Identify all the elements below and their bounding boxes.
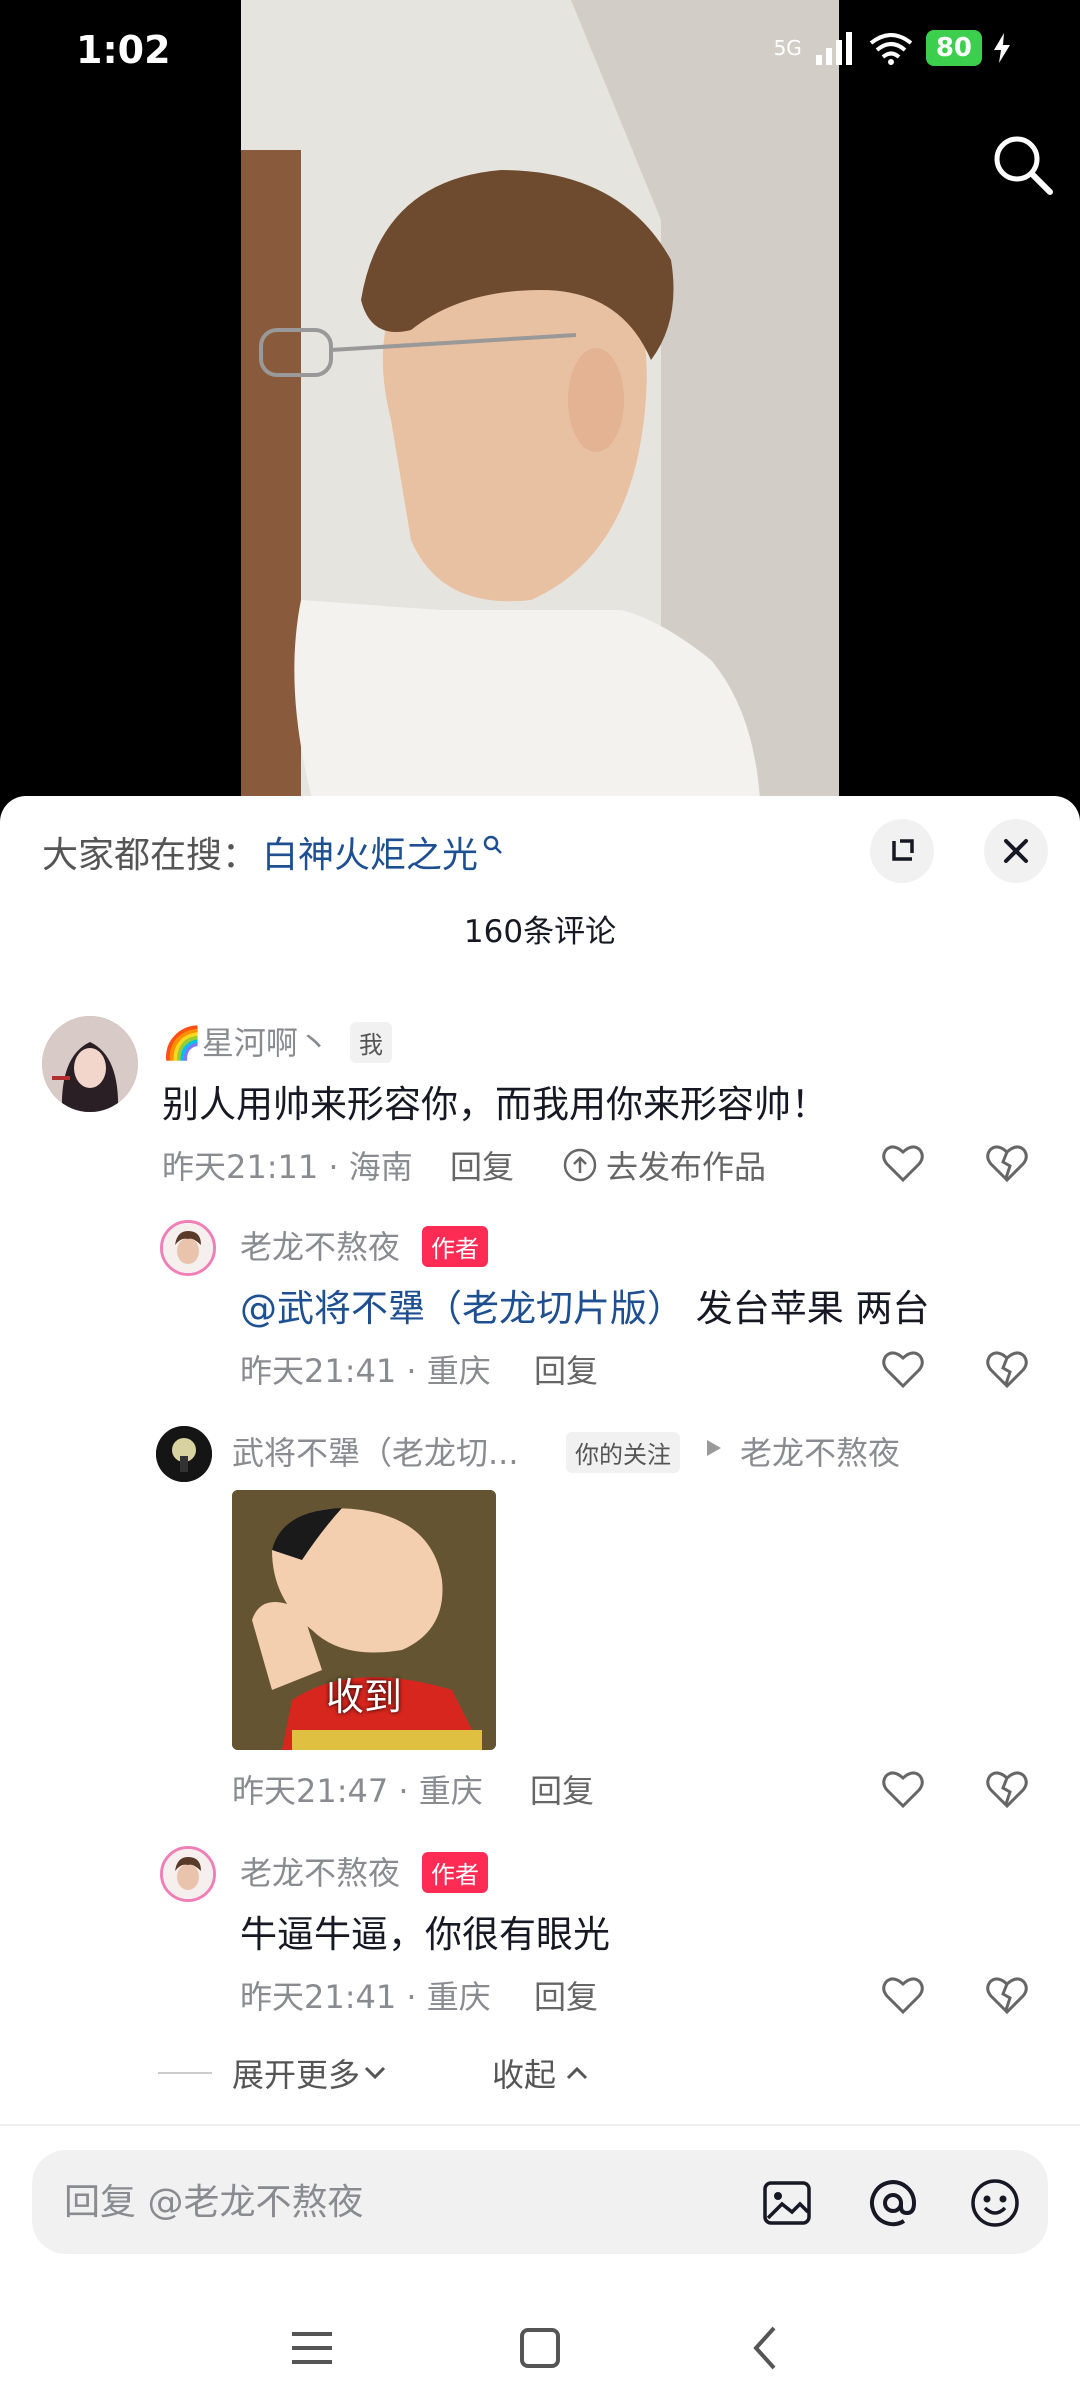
charging-icon xyxy=(994,33,1010,63)
reply-button[interactable]: 回复 xyxy=(450,1142,514,1188)
signal-icon xyxy=(815,32,852,65)
chevron-down-icon xyxy=(364,2066,386,2080)
following-badge: 你的关注 xyxy=(566,1432,680,1473)
reply-user-name[interactable]: 武将不犟（老龙切... xyxy=(232,1428,519,1474)
comment-sheet: 大家都在搜： 白神火炬之光 160条评论 🌈星河啊丶 我 别人用帅来形容你，而我… xyxy=(0,796,1080,2400)
network-label: 5G xyxy=(773,36,802,60)
heart-icon[interactable] xyxy=(880,1346,926,1392)
avatar[interactable] xyxy=(42,1016,138,1112)
reply-text: 牛逼牛逼，你很有眼光 xyxy=(240,1913,610,1956)
hot-search[interactable]: 大家都在搜： 白神火炬之光 xyxy=(42,826,504,878)
reply-button[interactable]: 回复 xyxy=(534,1972,598,2018)
reply-meta: 昨天21:47 · 重庆 xyxy=(232,1772,483,1810)
reply-to-user-name[interactable]: 老龙不熬夜 xyxy=(740,1428,900,1474)
close-icon xyxy=(1004,839,1028,863)
status-icons: 5G 80 xyxy=(774,30,1010,66)
heart-icon[interactable] xyxy=(880,1766,926,1812)
avatar-image xyxy=(163,1849,213,1899)
avatar-image xyxy=(163,1223,213,1273)
divider-line xyxy=(158,2072,212,2074)
video-search-button[interactable] xyxy=(988,130,1058,200)
reply-to-arrow-icon xyxy=(707,1440,721,1456)
battery-indicator: 80 xyxy=(925,30,982,66)
reply-button[interactable]: 回复 xyxy=(534,1346,598,1392)
reply-user-name[interactable]: 老龙不熬夜 xyxy=(240,1848,400,1894)
avatar[interactable] xyxy=(160,1846,216,1902)
wifi-icon xyxy=(869,33,913,65)
broken-heart-icon[interactable] xyxy=(984,1140,1030,1186)
reply-text: @武将不犟（老龙切片版） 发台苹果 两台 xyxy=(240,1278,930,1332)
video-person-image xyxy=(241,0,839,830)
mention-link[interactable]: @武将不犟（老龙切片版） xyxy=(240,1287,684,1330)
author-badge: 作者 xyxy=(422,1852,488,1893)
close-sheet-button[interactable] xyxy=(984,819,1048,883)
reply-input[interactable] xyxy=(64,2150,744,2254)
comment-user-name[interactable]: 🌈星河啊丶 xyxy=(162,1018,330,1064)
chevron-up-icon xyxy=(566,2066,588,2080)
video-player[interactable]: 1:02 5G 80 xyxy=(0,0,1080,830)
author-badge: 作者 xyxy=(422,1226,488,1267)
publish-work-label: 去发布作品 xyxy=(606,1148,767,1186)
hot-search-term[interactable]: 白神火炬之光 xyxy=(262,826,478,878)
publish-work-button[interactable]: 去发布作品 xyxy=(562,1142,766,1188)
collapse-label: 收起 xyxy=(492,2056,557,2094)
reply-user-name[interactable]: 老龙不熬夜 xyxy=(240,1222,400,1268)
avatar-image xyxy=(42,1016,138,1112)
system-nav-bar xyxy=(0,2296,1080,2400)
reply-bar xyxy=(32,2150,1048,2254)
at-icon[interactable] xyxy=(866,2176,920,2230)
sticker-caption: 收到 xyxy=(325,1675,402,1719)
home-icon[interactable] xyxy=(514,2322,566,2374)
search-icon xyxy=(994,136,1053,195)
avatar[interactable] xyxy=(160,1220,216,1276)
reply-meta: 昨天21:41 · 重庆 xyxy=(240,1978,491,2016)
menu-icon[interactable] xyxy=(286,2322,338,2374)
status-time: 1:02 xyxy=(76,28,171,72)
reply-meta: 昨天21:41 · 重庆 xyxy=(240,1352,491,1390)
expand-icon xyxy=(892,839,914,861)
heart-icon[interactable] xyxy=(880,1972,926,2018)
expand-sheet-button[interactable] xyxy=(870,819,934,883)
heart-icon[interactable] xyxy=(880,1140,926,1186)
comment-count: 160条评论 xyxy=(463,914,617,950)
expand-more-label: 展开更多 xyxy=(232,2056,361,2094)
search-small-icon xyxy=(483,835,502,854)
emoji-icon[interactable] xyxy=(968,2176,1022,2230)
upload-circle-icon xyxy=(563,1148,597,1182)
reply-button[interactable]: 回复 xyxy=(530,1766,594,1812)
reply-text-body: 发台苹果 两台 xyxy=(684,1287,930,1330)
divider xyxy=(0,2124,1080,2126)
back-icon[interactable] xyxy=(740,2322,792,2374)
status-bar: 1:02 5G 80 xyxy=(0,0,1080,100)
avatar-image xyxy=(156,1426,212,1482)
comment-meta: 昨天21:11 · 海南 xyxy=(162,1148,413,1186)
broken-heart-icon[interactable] xyxy=(984,1766,1030,1812)
avatar[interactable] xyxy=(156,1426,212,1482)
sticker-image[interactable]: 收到 xyxy=(232,1490,496,1750)
hot-search-label: 大家都在搜： xyxy=(42,835,259,876)
expand-more-button[interactable]: 展开更多 xyxy=(158,2050,390,2096)
image-icon[interactable] xyxy=(760,2176,814,2230)
broken-heart-icon[interactable] xyxy=(984,1346,1030,1392)
comment-text: 别人用帅来形容你，而我用你来形容帅！ xyxy=(162,1083,828,1126)
video-frame xyxy=(241,0,839,830)
me-badge: 我 xyxy=(350,1022,392,1063)
broken-heart-icon[interactable] xyxy=(984,1972,1030,2018)
collapse-button[interactable]: 收起 xyxy=(492,2050,592,2096)
